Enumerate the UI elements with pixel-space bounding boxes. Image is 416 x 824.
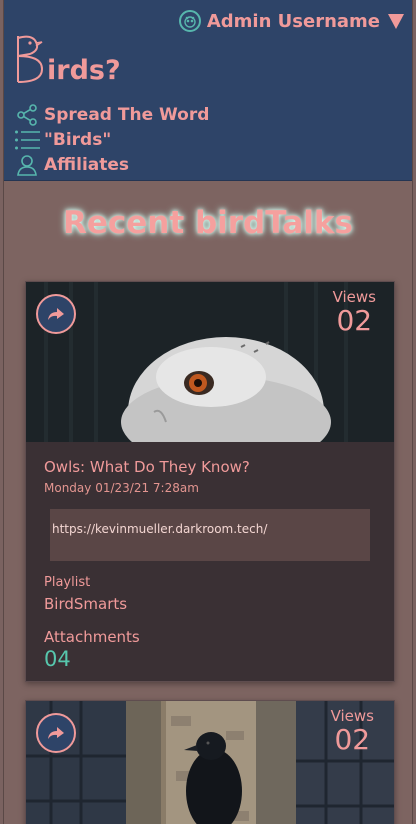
nav-label: Affiliates bbox=[44, 154, 130, 175]
site-logo[interactable]: irds? bbox=[14, 32, 121, 84]
share-post-button[interactable] bbox=[36, 713, 76, 753]
app-frame: Admin Username irds? Spread The Word "Bi… bbox=[3, 0, 413, 824]
nav-birds[interactable]: "Birds" bbox=[14, 127, 209, 152]
forward-arrow-icon bbox=[48, 727, 64, 739]
forward-arrow-icon bbox=[48, 308, 64, 320]
views-count: 02 bbox=[336, 304, 373, 337]
owl-avatar-icon bbox=[178, 10, 201, 32]
list-icon bbox=[14, 128, 40, 152]
post-title[interactable]: Owls: What Do They Know? bbox=[44, 458, 376, 476]
share-icon bbox=[14, 103, 40, 127]
views-counter: Views 02 bbox=[333, 288, 376, 336]
user-menu[interactable]: Admin Username bbox=[178, 10, 404, 32]
post-url-link[interactable]: https://kevinmueller.darkroom.tech/ bbox=[50, 509, 370, 561]
bird-b-logo-icon bbox=[17, 35, 44, 83]
post-date: Monday 01/23/21 7:28am bbox=[44, 481, 199, 495]
post-image-owl: Views 02 bbox=[26, 282, 394, 442]
attachments-label: Attachments bbox=[44, 628, 140, 646]
site-title: irds? bbox=[47, 55, 121, 86]
user-name: Admin Username bbox=[206, 10, 380, 32]
post-details: Owls: What Do They Know? Monday 01/23/21… bbox=[26, 442, 394, 671]
section-title: Recent birdTalks bbox=[62, 205, 354, 241]
person-icon bbox=[14, 153, 40, 177]
post-image-crow: Views 02 bbox=[26, 701, 394, 824]
playlist-label: Playlist bbox=[44, 575, 91, 590]
nav-affiliates[interactable]: Affiliates bbox=[14, 152, 209, 177]
nav-label: "Birds" bbox=[44, 129, 112, 150]
dropdown-caret-icon[interactable] bbox=[388, 13, 404, 29]
nav-spread-the-word[interactable]: Spread The Word bbox=[14, 102, 209, 127]
post-card[interactable]: Views 02 bbox=[25, 700, 395, 824]
views-count: 02 bbox=[334, 723, 371, 756]
attachments-count[interactable]: 04 bbox=[44, 647, 376, 671]
playlist-value[interactable]: BirdSmarts bbox=[44, 595, 376, 613]
views-counter: Views 02 bbox=[331, 707, 374, 755]
site-header: Admin Username irds? Spread The Word "Bi… bbox=[4, 0, 412, 181]
post-card[interactable]: Views 02 Owls: What Do They Know? Monday… bbox=[25, 281, 395, 682]
share-post-button[interactable] bbox=[36, 294, 76, 334]
nav-label: Spread The Word bbox=[44, 104, 210, 125]
main-nav: Spread The Word "Birds" Affiliates bbox=[14, 102, 209, 177]
